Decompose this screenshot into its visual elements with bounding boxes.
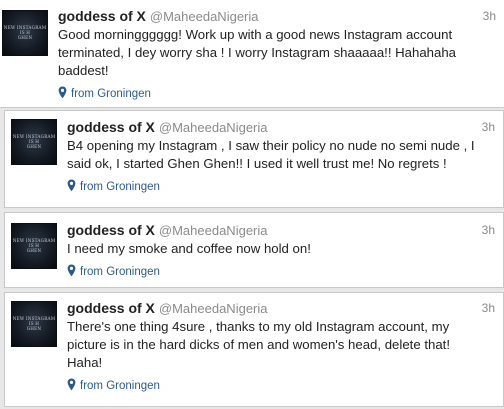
tweet-text: B4 opening my Instagram , I saw their po… [67, 138, 475, 171]
tweet[interactable]: NEW INSTAGRAM IS H GHEN goddess of X @Mah… [4, 110, 504, 208]
location-pin-icon [67, 264, 76, 277]
tweet-header: goddess of X @MaheedaNigeria [67, 299, 495, 317]
user-name[interactable]: goddess of X [67, 300, 155, 316]
avatar-text: NEW INSTAGRAM IS H GHEN [12, 134, 56, 149]
location-pin-icon [58, 86, 67, 99]
user-handle[interactable]: @MaheedaNigeria [150, 9, 259, 24]
user-name[interactable]: goddess of X [67, 222, 155, 238]
tweet[interactable]: NEW INSTAGRAM IS H GHEN goddess of X @Mah… [4, 212, 504, 288]
tweet-content: goddess of X @MaheedaNigeria 3h There's o… [67, 299, 495, 392]
avatar-text: NEW INSTAGRAM IS H GHEN [12, 316, 56, 331]
tweet-timestamp[interactable]: 3h [482, 118, 495, 136]
tweet-timestamp[interactable]: 3h [482, 299, 495, 317]
tweet-location[interactable]: from Groningen [67, 179, 495, 193]
location-label[interactable]: from Groningen [80, 266, 160, 278]
user-name[interactable]: goddess of X [67, 119, 155, 135]
tweet-location[interactable]: from Groningen [58, 86, 496, 100]
tweet-content: goddess of X @MaheedaNigeria 3h I need my… [67, 221, 495, 278]
avatar[interactable]: NEW INSTAGRAM IS H GHEN [11, 119, 57, 165]
tweet-text: I need my smoke and coffee now hold on! [67, 241, 311, 256]
location-label[interactable]: from Groningen [80, 380, 160, 392]
user-handle[interactable]: @MaheedaNigeria [159, 301, 268, 316]
tweet-timestamp[interactable]: 3h [483, 7, 496, 25]
tweet[interactable]: NEW INSTAGRAM IS H GHEN goddess of X @Mah… [4, 292, 504, 407]
avatar-text: NEW INSTAGRAM IS H GHEN [3, 25, 47, 40]
tweet-location[interactable]: from Groningen [67, 378, 495, 392]
user-handle[interactable]: @MaheedaNigeria [159, 120, 268, 135]
tweet-header: goddess of X @MaheedaNigeria [58, 7, 496, 25]
tweet-header: goddess of X @MaheedaNigeria [67, 118, 495, 136]
tweet-timeline: NEW INSTAGRAM IS H GHEN goddess of X @Mah… [0, 0, 504, 409]
tweet-location[interactable]: from Groningen [67, 264, 495, 278]
tweet-content: goddess of X @MaheedaNigeria 3h B4 openin… [67, 118, 495, 193]
tweet-timestamp[interactable]: 3h [482, 221, 495, 239]
tweet[interactable]: NEW INSTAGRAM IS H GHEN goddess of X @Mah… [0, 0, 504, 108]
location-pin-icon [67, 179, 76, 192]
location-label[interactable]: from Groningen [80, 181, 160, 193]
tweet-content: goddess of X @MaheedaNigeria 3h Good morn… [58, 7, 496, 100]
tweet-header: goddess of X @MaheedaNigeria [67, 221, 495, 239]
user-name[interactable]: goddess of X [58, 8, 146, 24]
user-handle[interactable]: @MaheedaNigeria [159, 223, 268, 238]
avatar[interactable]: NEW INSTAGRAM IS H GHEN [11, 301, 57, 347]
avatar[interactable]: NEW INSTAGRAM IS H GHEN [11, 223, 57, 269]
avatar-text: NEW INSTAGRAM IS H GHEN [12, 238, 56, 253]
tweet-text: Good morningggggg! Work up with a good n… [58, 27, 457, 78]
avatar[interactable]: NEW INSTAGRAM IS H GHEN [2, 10, 48, 56]
tweet-text: There's one thing 4sure , thanks to my o… [67, 319, 450, 370]
location-label[interactable]: from Groningen [71, 88, 151, 100]
location-pin-icon [67, 378, 76, 391]
